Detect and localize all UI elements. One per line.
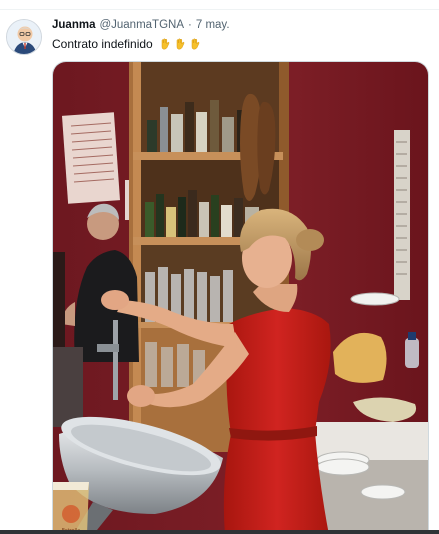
author-handle[interactable]: @JuanmaTGNA [99, 19, 184, 31]
bottom-divider [0, 530, 439, 534]
top-divider [0, 0, 439, 10]
tweet-header: Juanma @JuanmaTGNA · 7 may. [52, 19, 230, 37]
author-avatar[interactable] [6, 19, 42, 55]
clap-hand-emoji-icon [176, 38, 185, 50]
avatar-illustration-icon [7, 20, 41, 54]
author-name[interactable]: Juanma [52, 19, 95, 31]
tweet-photo[interactable]: Estrella [52, 61, 429, 534]
clap-hand-emoji-icon [191, 38, 200, 50]
tweet-date[interactable]: 7 may. [196, 19, 230, 31]
tweet-text: Contrato indefinido [52, 37, 201, 51]
tweet-text-content: Contrato indefinido [52, 37, 153, 51]
emoji-group [159, 38, 201, 50]
separator-dot: · [188, 19, 192, 31]
tweet[interactable]: Juanma @JuanmaTGNA · 7 may. Contrato ind… [0, 10, 439, 534]
bar-scene-photo: Estrella [53, 62, 428, 534]
clap-hand-emoji-icon [161, 38, 170, 50]
